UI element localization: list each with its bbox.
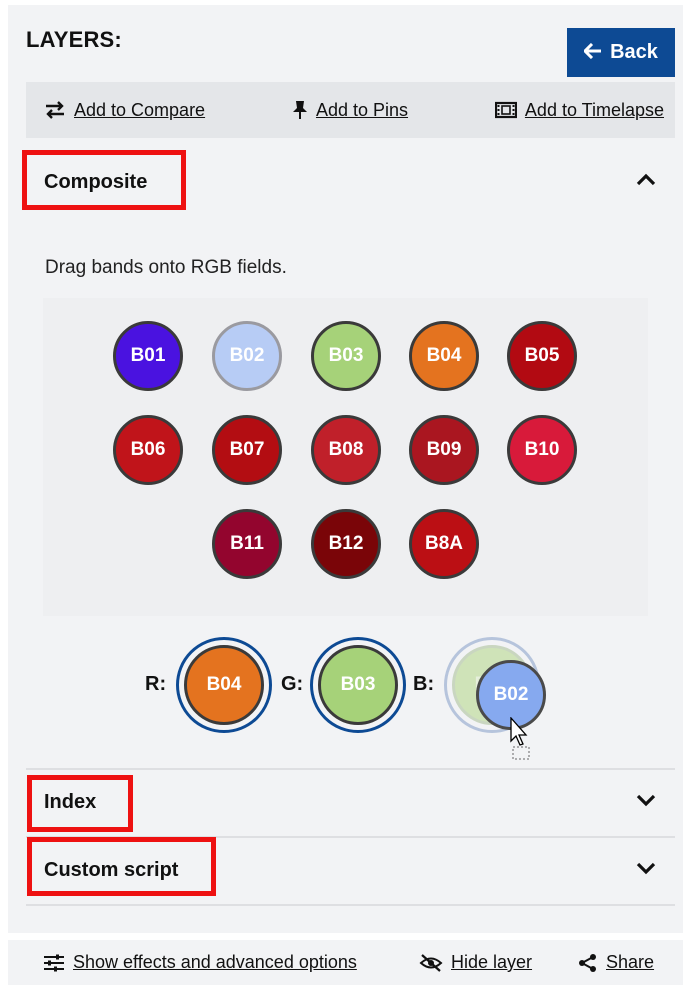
section-divider [26, 836, 675, 838]
back-button-label: Back [610, 41, 658, 63]
layer-footer-bar: Show effects and advanced options Hide l… [8, 940, 683, 985]
share-icon [578, 953, 598, 973]
show-effects-label: Show effects and advanced options [73, 952, 357, 972]
share-label: Share [606, 952, 655, 972]
band-b07[interactable]: B07 [212, 415, 282, 485]
hide-layer-label: Hide layer [451, 952, 533, 972]
band-b11[interactable]: B11 [212, 509, 282, 579]
panel-title: LAYERS: [26, 27, 122, 52]
band-b8a[interactable]: B8A [409, 509, 479, 579]
layers-panel: LAYERS: Back Add to Compare Add to Pins … [8, 5, 683, 933]
index-section-header[interactable]: Index [26, 772, 675, 832]
composite-section-header[interactable]: Composite [26, 152, 675, 212]
add-to-compare-label: Add to Compare [74, 99, 206, 120]
band-b06[interactable]: B06 [113, 415, 183, 485]
composite-hint: Drag bands onto RGB fields. [45, 257, 287, 278]
custom-script-section-header[interactable]: Custom script [26, 840, 675, 900]
eye-off-icon [419, 953, 443, 972]
band-b08[interactable]: B08 [311, 415, 381, 485]
show-effects-link[interactable]: Show effects and advanced options [43, 952, 357, 973]
arrow-left-icon [582, 42, 602, 63]
back-button[interactable]: Back [567, 28, 675, 77]
band-palette: B01 B02 B03 B04 B05 B06 B07 B08 B09 B10 … [43, 298, 648, 616]
band-b09[interactable]: B09 [409, 415, 479, 485]
add-to-pins-link[interactable]: Add to Pins [292, 100, 408, 121]
film-icon [494, 101, 517, 119]
band-b03[interactable]: B03 [311, 321, 381, 391]
composite-title: Composite [44, 170, 148, 193]
add-to-compare-link[interactable]: Add to Compare [44, 100, 205, 121]
pin-icon [292, 100, 308, 120]
compare-arrows-icon [44, 101, 66, 119]
band-b10[interactable]: B10 [507, 415, 577, 485]
chevron-down-icon [635, 861, 657, 880]
sliders-icon [43, 954, 65, 972]
chevron-down-icon [635, 793, 657, 812]
g-slot-band[interactable]: B03 [318, 645, 398, 725]
section-divider [26, 904, 675, 906]
add-to-timelapse-label: Add to Timelapse [524, 99, 664, 120]
band-b04[interactable]: B04 [409, 321, 479, 391]
chevron-up-icon [635, 173, 657, 192]
index-title: Index [44, 790, 97, 813]
add-to-timelapse-link[interactable]: Add to Timelapse [494, 99, 664, 121]
r-label: R: [145, 673, 167, 695]
b-label: B: [413, 673, 435, 695]
layer-actions-bar: Add to Compare Add to Pins Add to Timela… [26, 82, 675, 138]
custom-script-title: Custom script [44, 858, 179, 881]
add-to-pins-label: Add to Pins [315, 99, 409, 120]
band-b05[interactable]: B05 [507, 321, 577, 391]
r-slot-band[interactable]: B04 [184, 645, 264, 725]
g-label: G: [281, 673, 304, 695]
band-b12[interactable]: B12 [311, 509, 381, 579]
share-link[interactable]: Share [578, 952, 654, 973]
mouse-cursor-icon [510, 716, 534, 766]
hide-layer-link[interactable]: Hide layer [419, 952, 532, 973]
band-b01[interactable]: B01 [113, 321, 183, 391]
section-divider [26, 768, 675, 770]
band-b02[interactable]: B02 [212, 321, 282, 391]
